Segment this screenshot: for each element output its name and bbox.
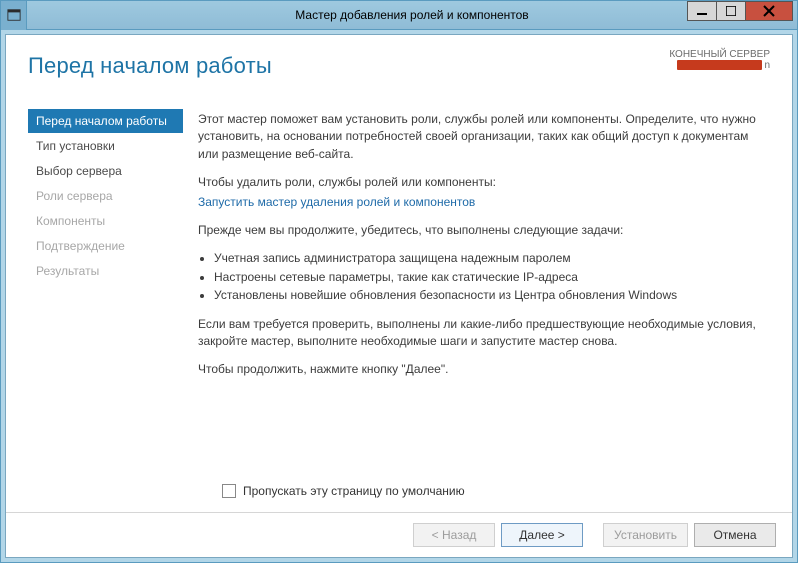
nav-step-server-roles: Роли сервера <box>28 184 183 208</box>
close-button[interactable] <box>745 1 793 21</box>
destination-server-name: n <box>669 60 770 71</box>
advice-text: Если вам требуется проверить, выполнены … <box>198 316 770 351</box>
window-title: Мастер добавления ролей и компонентов <box>27 8 797 22</box>
back-button: < Назад <box>413 523 495 547</box>
system-menu-icon[interactable] <box>1 1 27 30</box>
cancel-button[interactable]: Отмена <box>694 523 776 547</box>
destination-server-label: КОНЕЧНЫЙ СЕРВЕР <box>669 49 770 60</box>
wizard-header: Перед началом работы КОНЕЧНЫЙ СЕРВЕР n <box>6 35 792 109</box>
skip-label[interactable]: Пропускать эту страницу по умолчанию <box>243 484 465 498</box>
continue-text: Чтобы продолжить, нажмите кнопку "Далее"… <box>198 361 770 378</box>
remove-roles-link[interactable]: Запустить мастер удаления ролей и компон… <box>198 195 475 209</box>
wizard-window: Мастер добавления ролей и компонентов Пе… <box>0 0 798 563</box>
remove-intro-text: Чтобы удалить роли, службы ролей или ком… <box>198 174 770 191</box>
minimize-button[interactable] <box>687 1 717 21</box>
destination-server: КОНЕЧНЫЙ СЕРВЕР n <box>669 49 770 71</box>
intro-text: Этот мастер поможет вам установить роли,… <box>198 111 770 163</box>
wizard-body: Перед началом работы Тип установки Выбор… <box>6 109 792 484</box>
install-button: Установить <box>603 523 688 547</box>
nav-step-features: Компоненты <box>28 209 183 233</box>
client-area: Перед началом работы КОНЕЧНЫЙ СЕРВЕР n П… <box>5 34 793 558</box>
next-button[interactable]: Далее > <box>501 523 583 547</box>
wizard-content: Этот мастер поможет вам установить роли,… <box>186 109 792 484</box>
redacted-server-name <box>677 60 762 70</box>
page-title: Перед началом работы <box>28 53 770 79</box>
nav-step-confirmation: Подтверждение <box>28 234 183 258</box>
nav-step-before-you-begin[interactable]: Перед началом работы <box>28 109 183 133</box>
task-item: Установлены новейшие обновления безопасн… <box>214 287 770 304</box>
nav-step-results: Результаты <box>28 259 183 283</box>
maximize-button[interactable] <box>716 1 746 21</box>
skip-row: Пропускать эту страницу по умолчанию <box>6 484 792 512</box>
skip-checkbox[interactable] <box>222 484 236 498</box>
tasks-list: Учетная запись администратора защищена н… <box>198 250 770 304</box>
task-item: Настроены сетевые параметры, такие как с… <box>214 269 770 286</box>
task-item: Учетная запись администратора защищена н… <box>214 250 770 267</box>
titlebar[interactable]: Мастер добавления ролей и компонентов <box>1 1 797 30</box>
nav-step-server-selection[interactable]: Выбор сервера <box>28 159 183 183</box>
tasks-intro-text: Прежде чем вы продолжите, убедитесь, что… <box>198 222 770 239</box>
wizard-nav: Перед началом работы Тип установки Выбор… <box>6 109 186 484</box>
window-controls <box>688 1 793 23</box>
wizard-footer: < Назад Далее > Установить Отмена <box>6 512 792 557</box>
nav-step-installation-type[interactable]: Тип установки <box>28 134 183 158</box>
